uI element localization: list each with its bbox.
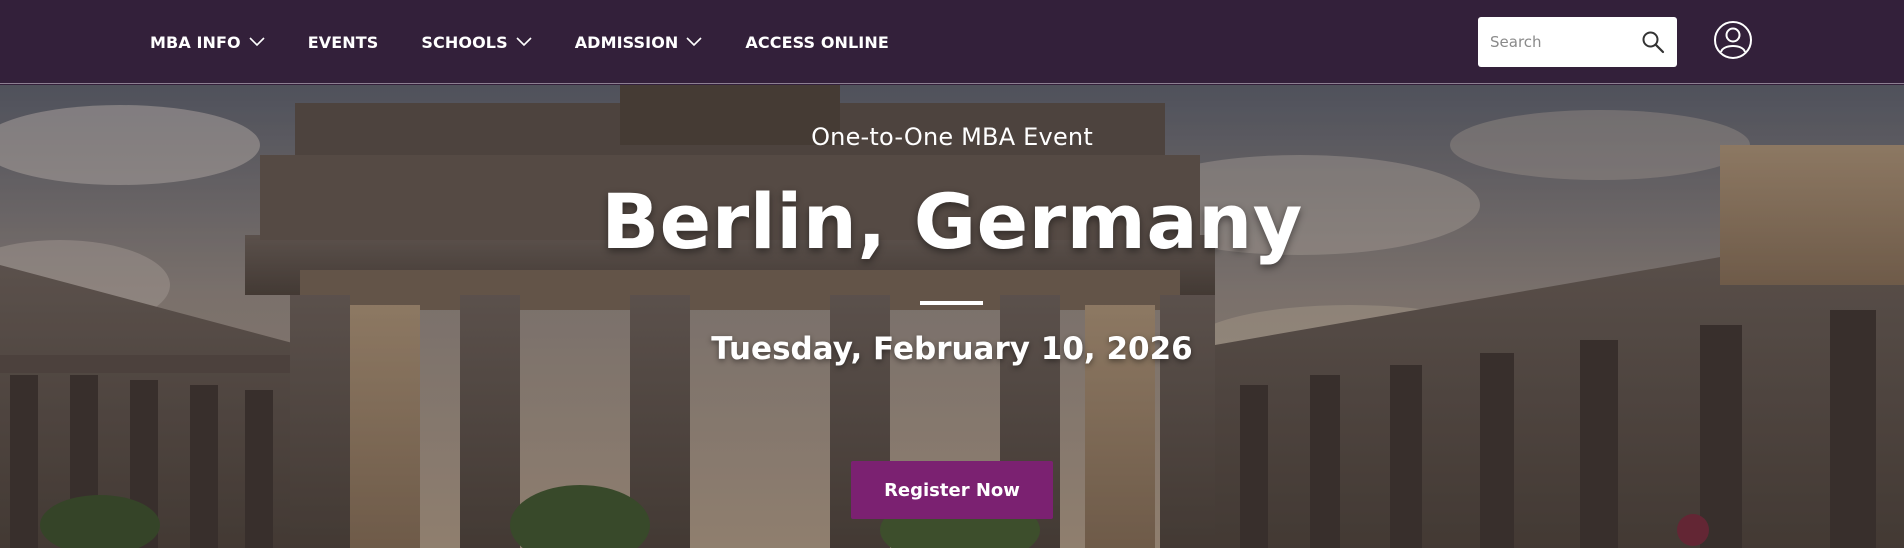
chevron-down-icon [249, 37, 265, 47]
chevron-down-icon [516, 37, 532, 47]
event-type-label: One-to-One MBA Event [811, 123, 1093, 151]
nav-item-events[interactable]: EVENTS [308, 33, 379, 52]
nav-item-schools[interactable]: SCHOOLS [421, 32, 532, 52]
nav-item-access-online[interactable]: ACCESS ONLINE [745, 33, 888, 52]
nav-item-label: ADMISSION [574, 32, 679, 52]
nav-item-label: ACCESS ONLINE [745, 32, 889, 52]
title-divider [920, 301, 983, 305]
nav-item-label: SCHOOLS [421, 32, 508, 52]
nav-item-label: MBA INFO [150, 32, 241, 52]
main-menu: MBA INFO EVENTS SCHOOLS ADMISSION ACCESS… [150, 0, 932, 84]
chevron-down-icon [686, 37, 702, 47]
nav-item-mba-info[interactable]: MBA INFO [150, 33, 265, 52]
top-navigation-bar: MBA INFO EVENTS SCHOOLS ADMISSION ACCESS… [0, 0, 1904, 84]
nav-item-admission[interactable]: ADMISSION [575, 33, 703, 52]
event-date: Tuesday, February 10, 2026 [711, 331, 1193, 367]
search-box [1478, 17, 1677, 67]
user-icon[interactable] [1713, 20, 1753, 60]
search-input[interactable] [1478, 17, 1628, 67]
nav-item-label: EVENTS [307, 32, 379, 52]
hero-banner: One-to-One MBA Event Berlin, Germany Tue… [0, 85, 1904, 548]
register-now-button[interactable]: Register Now [851, 461, 1053, 519]
event-city-title: Berlin, Germany [601, 177, 1303, 266]
search-icon[interactable] [1641, 30, 1665, 54]
